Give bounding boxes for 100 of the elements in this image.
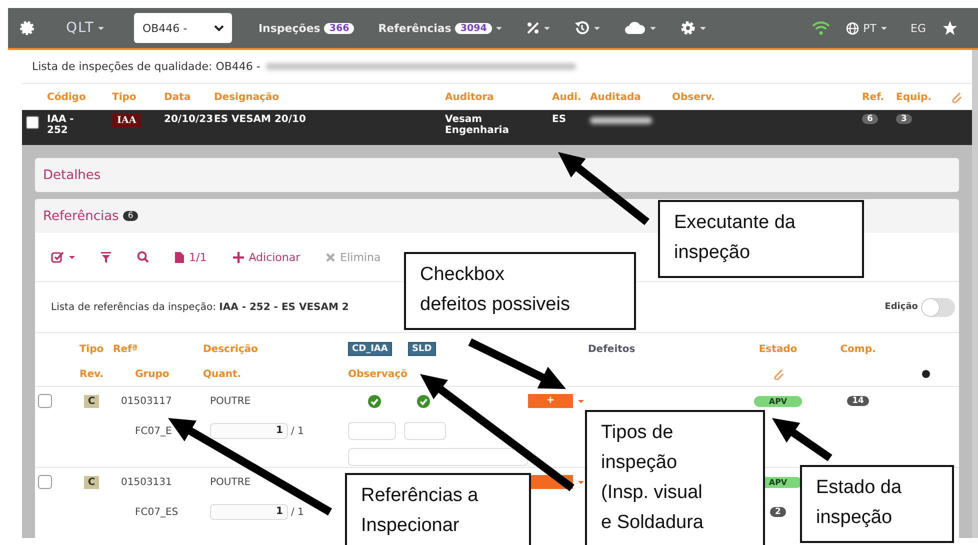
- app-menu[interactable]: QLT: [66, 20, 104, 36]
- globe-icon: [846, 22, 860, 34]
- blurred-text: [590, 117, 652, 124]
- count-badge: 3094: [455, 22, 492, 34]
- chevron-icon: [214, 24, 224, 32]
- caret-icon[interactable]: [578, 400, 584, 402]
- close-icon: [326, 252, 336, 262]
- star-icon[interactable]: [942, 20, 958, 36]
- check-icon[interactable]: [417, 394, 430, 408]
- toolbar-button[interactable]: Elimina: [326, 250, 381, 264]
- toolbar-menu[interactable]: [526, 21, 550, 35]
- history-icon: [574, 20, 590, 36]
- percent-icon: [526, 21, 540, 35]
- checkbox[interactable]: [38, 475, 52, 489]
- type-tag: IAA: [112, 114, 142, 127]
- column-header: Equip.: [896, 92, 932, 102]
- callout: Executante da inspeção: [658, 200, 864, 278]
- column-header: Estado: [758, 344, 798, 354]
- table-row[interactable]: IAA - 252 IAA 20/10/23ES VESAM 20/10 Vesam Engenharia ES 6 3: [22, 110, 972, 145]
- column-header: Quant.: [203, 368, 242, 380]
- toolbar-button[interactable]: [101, 252, 111, 262]
- count-badge: 366: [324, 22, 354, 34]
- panel-title: Referências: [43, 208, 119, 224]
- table-cell-text: POUTRE: [209, 476, 252, 488]
- table-cell-text: IAA - 252: [47, 114, 75, 138]
- table-cell-text: 01503117: [120, 396, 173, 406]
- table-cell-text: FC07_E: [134, 426, 173, 436]
- list-title: Lista de referências da inspeção: IAA - 252 - ES VESAM 2: [51, 302, 349, 312]
- callout: Checkbox defeitos possiveis: [404, 252, 636, 330]
- table-cell: / 1: [291, 506, 304, 518]
- callout: Referências a Inspecionar: [345, 473, 531, 545]
- table-cell-text: ES: [552, 114, 568, 127]
- count-badge: 14: [847, 396, 869, 406]
- filter-icon: [101, 252, 111, 262]
- toolbar-button[interactable]: [51, 251, 75, 263]
- panel-title: Detalhes: [43, 168, 101, 182]
- column-header: Rev.: [80, 368, 104, 380]
- inspection-type-tag: SLD: [408, 342, 436, 356]
- plus-icon: [232, 252, 244, 262]
- toolbar-menu[interactable]: [574, 20, 600, 36]
- paperclip-icon: [950, 91, 962, 103]
- nav-link[interactable]: Referências 3094: [378, 22, 502, 34]
- column-header: Grupo: [134, 368, 170, 380]
- column-header: Auditora: [445, 92, 495, 102]
- count-badge: 6: [862, 114, 878, 124]
- inspection-type-tag: CD_IAA: [348, 342, 392, 356]
- revision-tag: C: [84, 476, 100, 488]
- user-initials[interactable]: EG: [910, 22, 926, 34]
- panel-header[interactable]: Detalhes: [35, 158, 959, 192]
- project-select[interactable]: OB446 -: [134, 13, 232, 43]
- search-icon: [137, 251, 149, 263]
- check-icon[interactable]: [368, 394, 381, 408]
- settings-icon: [680, 20, 696, 36]
- count-badge: 3: [896, 114, 912, 124]
- column-header: Observaçõ: [347, 368, 408, 380]
- toggle-switch[interactable]: [921, 298, 955, 316]
- table-cell-text: POUTRE: [209, 396, 252, 406]
- input-field[interactable]: [348, 422, 396, 440]
- table-cell-text: FC07_ES: [134, 506, 180, 518]
- wifi-icon: [812, 21, 830, 35]
- column-header: Ref.: [862, 92, 886, 102]
- table-cell-text: 01503131: [120, 476, 173, 488]
- caret-icon[interactable]: [69, 256, 75, 258]
- cloud-icon: [624, 21, 646, 35]
- quantity-field[interactable]: 1: [210, 423, 288, 439]
- column-header: Tipo: [79, 344, 104, 354]
- table-cell-text: Vesam Engenharia: [445, 114, 510, 138]
- quantity-field[interactable]: 1: [210, 504, 288, 520]
- table-cell-text: 20/10/23: [164, 114, 214, 127]
- checklist-icon: [51, 251, 64, 263]
- column-header: Defeitos: [588, 344, 636, 354]
- count-badge: 6: [122, 211, 138, 221]
- input-field[interactable]: [404, 422, 446, 440]
- revision-tag: C: [84, 394, 100, 408]
- nav-link[interactable]: Inspeções 366: [258, 22, 354, 34]
- toolbar-button[interactable]: 1/1: [175, 250, 207, 264]
- toolbar-menu[interactable]: [624, 21, 656, 35]
- toolbar-button[interactable]: Adicionar: [232, 250, 300, 264]
- toolbar-button[interactable]: [137, 251, 149, 263]
- table-cell-text: ES VESAM 20/10: [214, 114, 307, 127]
- column-header: Auditada: [590, 92, 642, 102]
- dot-icon: [922, 370, 930, 378]
- toolbar-menu[interactable]: [680, 20, 706, 36]
- language-menu[interactable]: PT: [846, 22, 887, 34]
- column-header: Código: [47, 92, 87, 102]
- column-header: Data: [164, 92, 192, 102]
- checkbox[interactable]: [38, 394, 52, 408]
- logo-icon[interactable]: [18, 19, 36, 37]
- status-tag: APV: [754, 396, 802, 406]
- toggle-label: Edição: [884, 302, 918, 312]
- document-icon: [175, 252, 184, 262]
- count-badge: 2: [770, 507, 786, 517]
- column-header: Observ.: [672, 92, 716, 102]
- column-header: Comp.: [840, 344, 876, 354]
- observations-field[interactable]: [348, 448, 528, 466]
- arrow: [772, 418, 832, 462]
- checkbox[interactable]: [26, 116, 39, 129]
- column-header: Tipo: [112, 92, 138, 102]
- add-defect-button[interactable]: +: [528, 394, 573, 408]
- page-title: Lista de inspeções de qualidade: OB446 -: [32, 60, 260, 73]
